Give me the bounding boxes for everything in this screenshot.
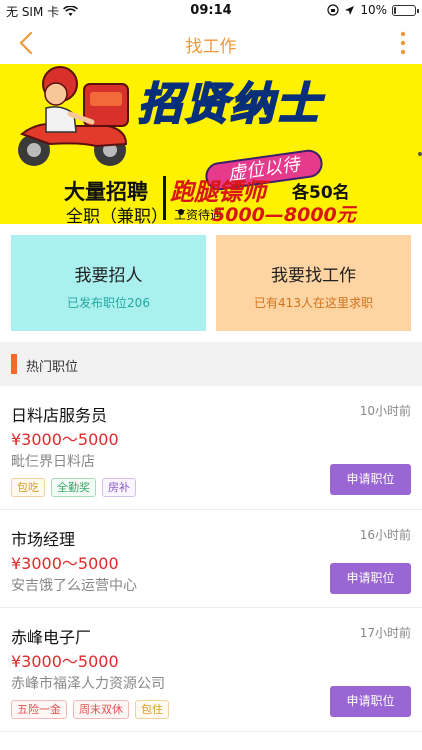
find-job-card[interactable]: 我要找工作 已有413人在这里求职	[216, 235, 411, 331]
banner-salary: 5000—8000元	[212, 204, 356, 224]
section-header: 热门职位	[0, 342, 422, 386]
battery-icon	[392, 4, 419, 16]
job-item[interactable]: 市场经理 16小时前 ¥3000～5000 安吉饿了么运营中心 申请职位	[0, 510, 422, 608]
recruitment-banner[interactable]: 招贤纳士 虚位以待 大量招聘 全职（兼职） 跑腿镖师 各50名 工资待遇 500…	[0, 64, 422, 224]
location-arrow-icon	[345, 5, 355, 15]
action-cards: 我要招人 已发布职位206 我要找工作 已有413人在这里求职	[0, 224, 422, 342]
job-tag: 五险一金	[11, 700, 67, 719]
find-job-card-subtitle: 已有413人在这里求职	[254, 296, 373, 310]
nav-bar: 找工作	[0, 22, 422, 64]
job-title: 日料店服务员	[11, 406, 108, 425]
status-right: 10%	[327, 3, 419, 17]
job-title: 赤峰电子厂	[11, 628, 92, 647]
job-salary: ¥3000～5000	[11, 652, 119, 671]
job-time: 10小时前	[359, 404, 411, 418]
apply-job-button[interactable]: 申请职位	[330, 686, 411, 717]
battery-level	[394, 6, 396, 14]
carousel-edge-dot	[418, 152, 422, 156]
job-tags: 包吃 全勤奖 房补	[11, 478, 136, 497]
apply-job-button[interactable]: 申请职位	[330, 464, 411, 495]
find-job-card-title: 我要找工作	[271, 266, 356, 286]
banner-divider	[163, 176, 166, 220]
banner-headline: 招贤纳士	[137, 78, 322, 131]
job-company: 安吉饿了么运营中心	[11, 578, 137, 594]
job-list: 日料店服务员 10小时前 ¥3000～5000 毗仨界日料店 包吃 全勤奖 房补…	[0, 386, 422, 732]
carousel-indicator[interactable]	[178, 209, 184, 215]
scooter-rider-illustration	[18, 66, 129, 166]
hire-card-subtitle: 已发布职位206	[67, 296, 150, 310]
status-bar: 无 SIM 卡 09:14 10%	[0, 0, 422, 22]
job-salary: ¥3000～5000	[11, 554, 119, 573]
hire-card-title: 我要招人	[74, 266, 143, 286]
job-tags: 五险一金 周末双休 包住	[11, 700, 169, 719]
job-title: 市场经理	[11, 530, 76, 549]
job-company: 毗仨界日料店	[11, 454, 95, 470]
job-company: 赤峰市福泽人力资源公司	[11, 676, 165, 692]
job-time: 16小时前	[359, 528, 411, 542]
job-salary: ¥3000～5000	[11, 430, 119, 449]
hire-card[interactable]: 我要招人 已发布职位206	[11, 235, 206, 331]
section-accent-bar	[11, 354, 17, 374]
job-tag: 包吃	[11, 478, 45, 497]
job-tag: 房补	[102, 478, 136, 497]
apply-job-button[interactable]: 申请职位	[330, 563, 411, 594]
page-title: 找工作	[185, 37, 237, 57]
job-item[interactable]: 赤峰电子厂 17小时前 ¥3000～5000 赤峰市福泽人力资源公司 五险一金 …	[0, 608, 422, 732]
job-item[interactable]: 日料店服务员 10小时前 ¥3000～5000 毗仨界日料店 包吃 全勤奖 房补…	[0, 386, 422, 510]
banner-job-type: 全职（兼职）	[66, 207, 168, 224]
job-time: 17小时前	[359, 626, 411, 640]
orientation-lock-icon	[327, 4, 339, 16]
job-tag: 包住	[135, 700, 169, 719]
job-tag: 全勤奖	[51, 478, 96, 497]
battery-percent: 10%	[360, 3, 387, 17]
job-tag: 周末双休	[73, 700, 129, 719]
section-title: 热门职位	[26, 360, 79, 375]
more-vertical-icon[interactable]	[398, 30, 408, 56]
